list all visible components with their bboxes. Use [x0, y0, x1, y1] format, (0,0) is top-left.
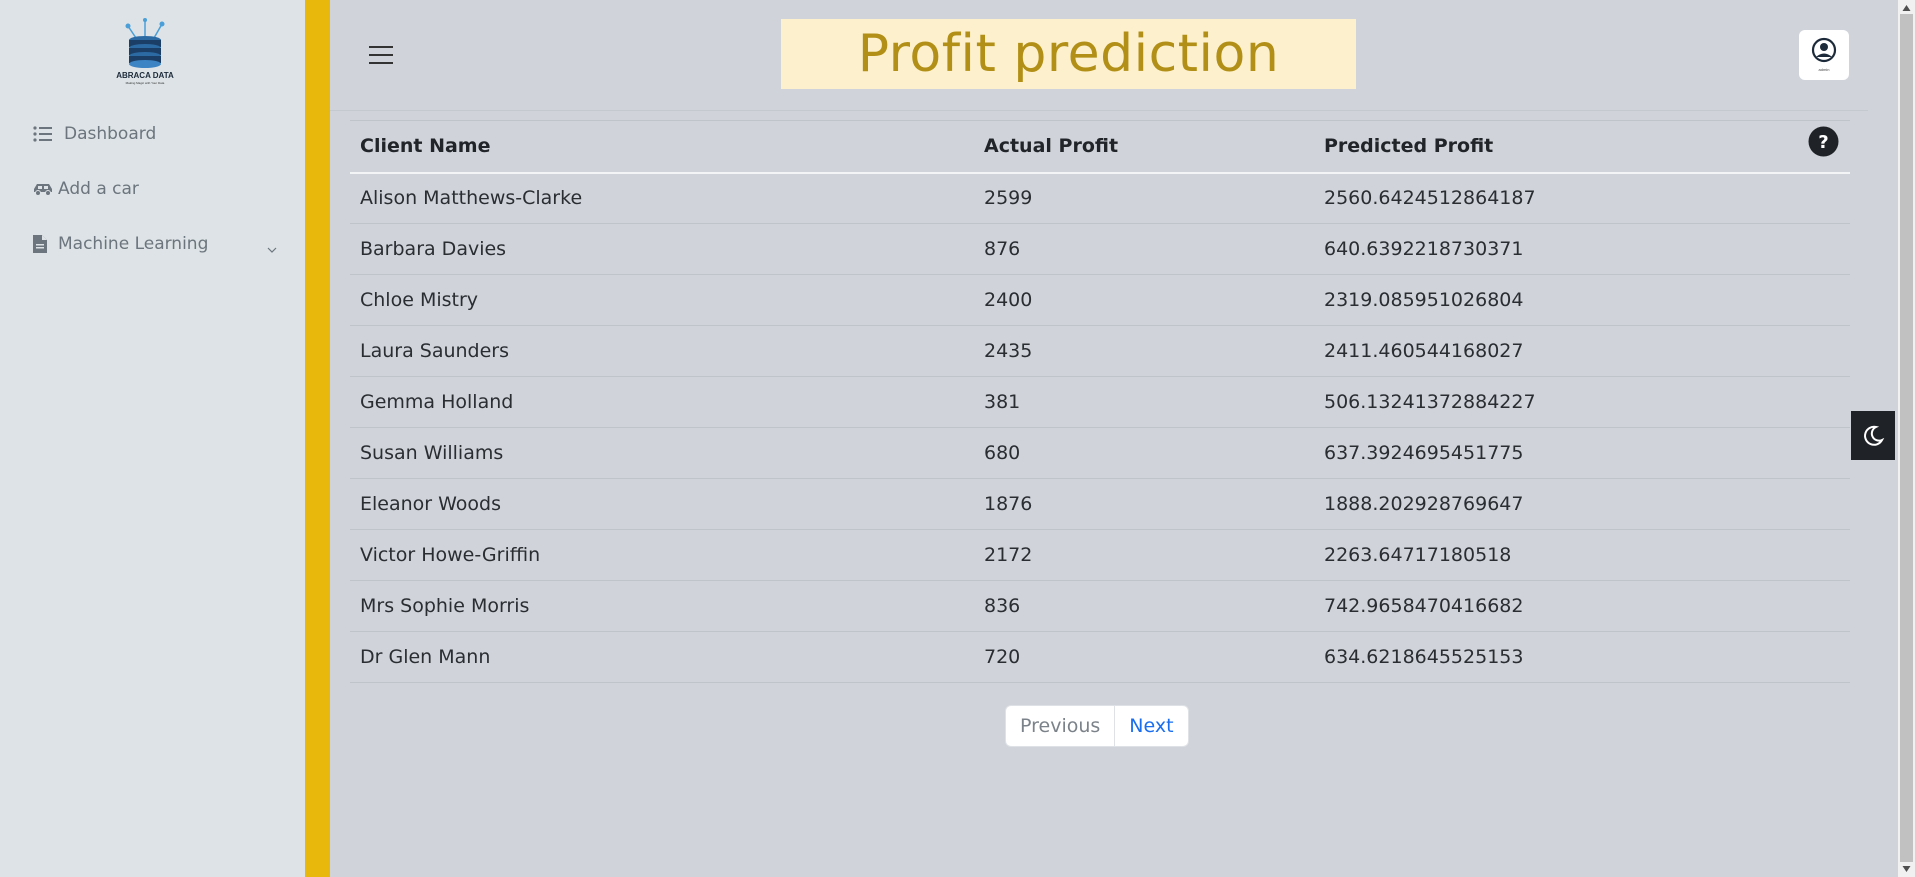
moon-icon	[1864, 425, 1885, 446]
profit-table: Client Name Actual Profit Predicted Prof…	[350, 120, 1850, 683]
scroll-up-arrow-icon[interactable]	[1902, 4, 1911, 13]
accent-bar	[305, 0, 330, 877]
cell-client-name: Alison Matthews-Clarke	[350, 172, 974, 224]
cell-client-name: Gemma Holland	[350, 376, 974, 428]
column-header-actual-profit: Actual Profit	[974, 120, 1314, 174]
header-divider	[330, 110, 1868, 111]
table-row: Eleanor Woods 1876 1888.202928769647	[350, 478, 1850, 530]
logo-tagline: Making Magic with Your Data	[126, 81, 165, 85]
cell-client-name: Barbara Davies	[350, 223, 974, 275]
cell-actual-profit: 381	[974, 376, 1314, 428]
scroll-down-arrow-icon[interactable]	[1902, 864, 1911, 873]
sidebar: ABRACA DATA Making Magic with Your Data …	[0, 0, 305, 877]
cell-client-name: Susan Williams	[350, 427, 974, 479]
abraca-data-logo: ABRACA DATA Making Magic with Your Data	[116, 18, 174, 85]
cell-client-name: Victor Howe-Griffin	[350, 529, 974, 581]
main-content: Profit prediction admin Client Name Actu…	[330, 0, 1868, 877]
table-row: Gemma Holland 381 506.13241372884227	[350, 376, 1850, 428]
table-row: Dr Glen Mann 720 634.6218645525153	[350, 631, 1850, 683]
car-icon	[34, 184, 52, 196]
cell-predicted-profit: 2560.6424512864187	[1314, 172, 1850, 224]
cell-client-name: Chloe Mistry	[350, 274, 974, 326]
cell-client-name: Laura Saunders	[350, 325, 974, 377]
cell-predicted-profit: 640.6392218730371	[1314, 223, 1850, 275]
cell-predicted-profit: 637.3924695451775	[1314, 427, 1850, 479]
profit-table-container: Client Name Actual Profit Predicted Prof…	[350, 120, 1850, 683]
table-row: Victor Howe-Griffin 2172 2263.6471718051…	[350, 529, 1850, 581]
cell-predicted-profit: 742.9658470416682	[1314, 580, 1850, 632]
sidebar-item-label: Add a car	[58, 179, 139, 199]
cell-predicted-profit: 506.13241372884227	[1314, 376, 1850, 428]
cell-client-name: Eleanor Woods	[350, 478, 974, 530]
column-header-predicted-profit: Predicted Profit	[1314, 120, 1850, 174]
cell-actual-profit: 2435	[974, 325, 1314, 377]
table-row: Susan Williams 680 637.3924695451775	[350, 427, 1850, 479]
sidebar-item-add-car[interactable]: Add a car	[32, 178, 139, 200]
user-menu-button[interactable]: admin	[1799, 30, 1849, 80]
cell-actual-profit: 1876	[974, 478, 1314, 530]
table-row: Mrs Sophie Morris 836 742.9658470416682	[350, 580, 1850, 632]
next-page-button[interactable]: Next	[1115, 706, 1187, 746]
cell-actual-profit: 2599	[974, 172, 1314, 224]
previous-page-button[interactable]: Previous	[1006, 706, 1116, 746]
help-icon[interactable]: ?	[1808, 126, 1839, 157]
cell-predicted-profit: 2263.64717180518	[1314, 529, 1850, 581]
pagination: Previous Next	[1005, 705, 1189, 747]
cell-predicted-profit: 2411.460544168027	[1314, 325, 1850, 377]
cell-predicted-profit: 634.6218645525153	[1314, 631, 1850, 683]
cell-predicted-profit: 1888.202928769647	[1314, 478, 1850, 530]
vertical-scrollbar[interactable]	[1898, 0, 1915, 877]
sidebar-item-label: Machine Learning	[58, 234, 209, 254]
cell-actual-profit: 680	[974, 427, 1314, 479]
cell-actual-profit: 876	[974, 223, 1314, 275]
table-row: Barbara Davies 876 640.6392218730371	[350, 223, 1850, 275]
table-row: Laura Saunders 2435 2411.460544168027	[350, 325, 1850, 377]
logo-text: ABRACA DATA	[116, 71, 174, 80]
list-icon	[33, 126, 52, 142]
cell-client-name: Mrs Sophie Morris	[350, 580, 974, 632]
page-title-box: Profit prediction	[781, 19, 1356, 89]
user-caption: admin	[1819, 67, 1830, 72]
sidebar-item-machine-learning[interactable]: Machine Learning	[32, 233, 208, 255]
scrollbar-thumb[interactable]	[1900, 14, 1913, 862]
hamburger-menu-icon[interactable]	[368, 42, 394, 68]
cell-actual-profit: 2400	[974, 274, 1314, 326]
table-row: Alison Matthews-Clarke 2599 2560.6424512…	[350, 172, 1850, 224]
sidebar-item-label: Dashboard	[64, 124, 157, 144]
cell-actual-profit: 836	[974, 580, 1314, 632]
cell-actual-profit: 2172	[974, 529, 1314, 581]
cell-predicted-profit: 2319.085951026804	[1314, 274, 1850, 326]
svg-text:?: ?	[1818, 132, 1828, 153]
document-icon	[33, 235, 47, 253]
cell-client-name: Dr Glen Mann	[350, 631, 974, 683]
table-row: Chloe Mistry 2400 2319.085951026804	[350, 274, 1850, 326]
column-header-client-name: Client Name	[350, 120, 974, 174]
table-header-row: Client Name Actual Profit Predicted Prof…	[350, 120, 1850, 174]
chevron-down-icon[interactable]	[266, 244, 278, 256]
page-title: Profit prediction	[857, 24, 1280, 84]
cell-actual-profit: 720	[974, 631, 1314, 683]
sidebar-item-dashboard[interactable]: Dashboard	[32, 123, 156, 145]
user-circle-icon: admin	[1811, 37, 1837, 72]
dark-mode-toggle[interactable]	[1851, 411, 1895, 460]
